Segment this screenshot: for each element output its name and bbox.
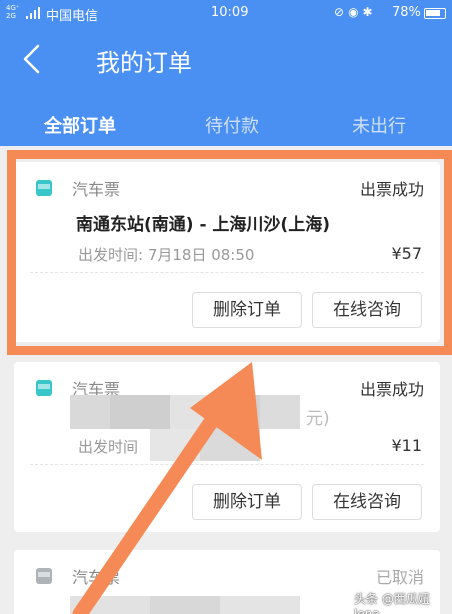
signal-icon [26,7,42,19]
app-header: 我的订单 [0,28,452,90]
battery-percent: 78% [392,5,421,20]
order-status: 出票成功 [359,380,424,399]
network-type: 4G⁺ 2G [6,4,20,20]
carrier-name: 中国电信 [46,9,99,24]
bus-icon [36,380,52,396]
privacy-mosaic [70,395,300,461]
online-consult-button[interactable]: 在线咨询 [312,484,422,520]
tab-pending-payment[interactable]: 待付款 [205,112,259,138]
system-status-icons: ⊘◉✱ [334,5,377,19]
divider [30,464,424,465]
route: 元) [306,409,330,429]
order-status: 已取消 [375,568,424,587]
clock: 10:09 [211,5,249,20]
nfc-icon: ⊘ [334,5,349,19]
ticket-type: 汽车票 [72,568,121,587]
page-title: 我的订单 [96,49,192,77]
bus-icon [36,568,52,584]
status-bar: 4G⁺ 2G 中国电信 10:09 ⊘◉✱ 78% [0,0,452,28]
bluetooth-icon: ✱ [362,5,377,19]
highlight-box [7,150,452,355]
delete-order-button[interactable]: 删除订单 [192,484,302,520]
order-tabs: 全部订单 待付款 未出行 [0,90,452,146]
tab-not-traveled[interactable]: 未出行 [352,112,406,138]
privacy-mosaic [70,596,300,614]
alarm-icon: ◉ [348,5,363,19]
battery-icon [424,8,446,19]
price: ¥11 [391,436,422,455]
back-arrow-icon[interactable] [20,44,46,74]
tab-all-orders[interactable]: 全部订单 [44,112,116,138]
watermark: 头条 @西瓜妞lena [354,592,430,614]
